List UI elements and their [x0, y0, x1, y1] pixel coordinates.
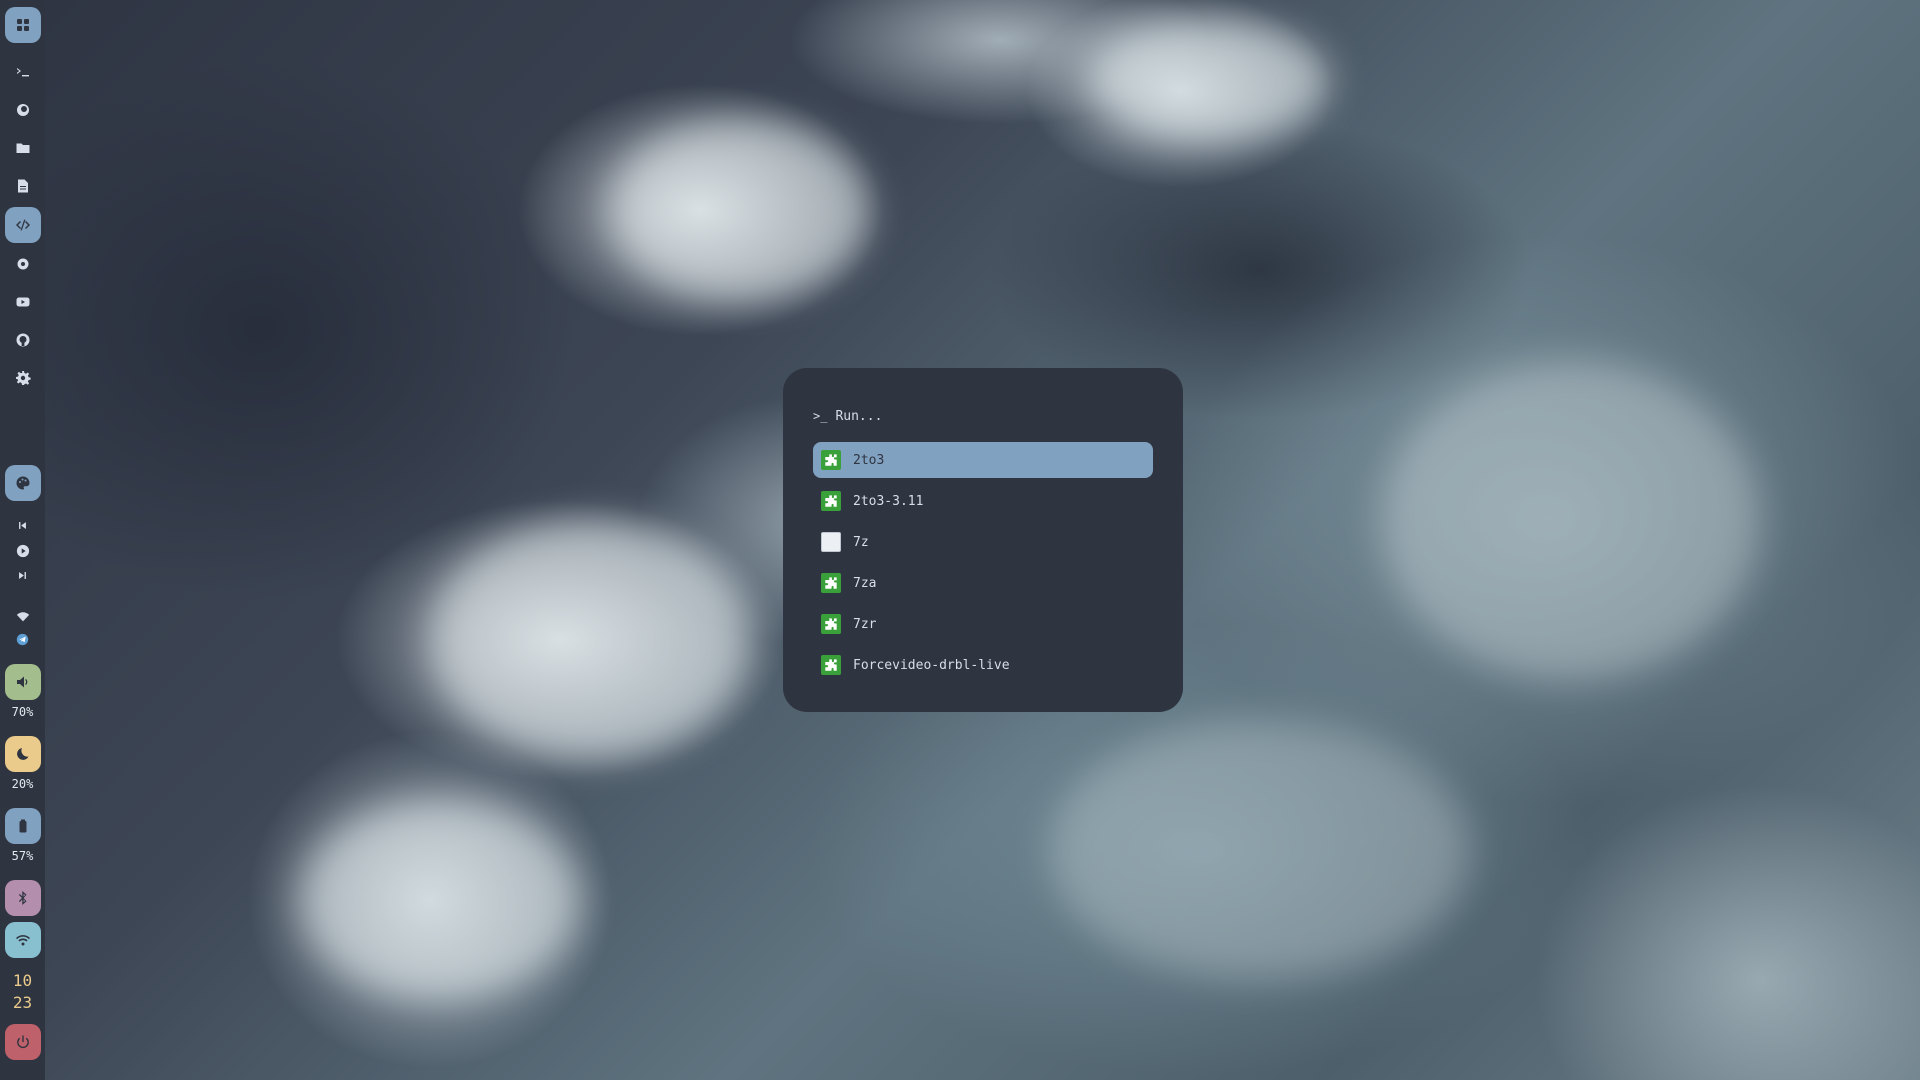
palette-icon [16, 476, 30, 490]
theme-button[interactable] [4, 465, 41, 501]
clock: 10 23 [13, 970, 32, 1014]
telegram-icon [16, 633, 29, 645]
generic-file-icon [821, 532, 841, 552]
run-result-item[interactable]: 2to3-3.11 [813, 483, 1153, 519]
run-result-label: 7z [853, 534, 869, 550]
night-light-button[interactable] [4, 736, 41, 772]
documents-launcher[interactable] [5, 167, 41, 205]
wifi-signal-icon [16, 612, 29, 622]
terminal-launcher[interactable] [5, 53, 41, 91]
run-result-label: 2to3-3.11 [853, 493, 924, 509]
run-result-label: 2to3 [853, 452, 885, 468]
settings-launcher[interactable] [5, 245, 41, 283]
files-launcher[interactable] [5, 129, 41, 167]
run-dialog-header: >_ Run... [813, 408, 1153, 424]
speaker-icon [16, 676, 27, 688]
bluetooth-button[interactable] [4, 880, 41, 916]
telegram-tray[interactable] [5, 628, 41, 650]
youtube-launcher[interactable] [5, 283, 41, 321]
firefox-icon [16, 104, 29, 116]
skip-next-icon [19, 572, 26, 579]
bluetooth-icon [18, 891, 26, 905]
power-icon [16, 1035, 29, 1049]
github-launcher[interactable] [5, 321, 41, 359]
run-dialog: >_ Run... 2to3 2to3-3.11 7z 7za 7zr Forcevide… [783, 368, 1183, 712]
skip-previous-icon [19, 522, 26, 529]
code-icon [15, 219, 30, 231]
sidebar-dock: 70% 20% 57% 10 23 [0, 0, 45, 1080]
run-result-label: 7za [853, 575, 877, 591]
run-result-label: 7zr [853, 616, 877, 632]
settings-icon [17, 258, 28, 270]
youtube-icon [16, 297, 29, 307]
run-result-item[interactable]: Forcevideo-drbl-live [813, 647, 1153, 683]
media-next-button[interactable] [5, 563, 41, 588]
night-light-level: 20% [11, 777, 34, 791]
cog-icon [15, 371, 31, 385]
play-circle-icon [16, 544, 29, 557]
terminal-icon [16, 68, 29, 77]
run-dialog-title: Run... [835, 408, 883, 424]
media-play-button[interactable] [5, 538, 41, 563]
volume-level: 70% [11, 705, 34, 719]
clock-minute: 23 [12, 993, 33, 1012]
firefox-launcher[interactable] [5, 91, 41, 129]
run-result-item[interactable]: 7zr [813, 606, 1153, 642]
prompt-icon: >_ [813, 409, 828, 423]
network-status[interactable] [5, 606, 41, 628]
media-previous-button[interactable] [5, 513, 41, 538]
plugin-icon [821, 491, 841, 511]
system-launcher[interactable] [5, 359, 41, 397]
wifi-button[interactable] [4, 922, 41, 958]
document-icon [17, 179, 28, 193]
run-result-label: Forcevideo-drbl-live [853, 657, 1010, 673]
folder-icon [16, 143, 29, 153]
plugin-icon [821, 573, 841, 593]
apps-grid-icon [16, 19, 29, 31]
volume-button[interactable] [4, 664, 41, 700]
apps-grid-button[interactable] [4, 7, 41, 43]
code-editor-launcher[interactable] [4, 207, 41, 243]
clock-hour: 10 [12, 971, 33, 990]
plugin-icon [821, 450, 841, 470]
plugin-icon [821, 614, 841, 634]
plugin-icon [821, 655, 841, 675]
power-button[interactable] [4, 1024, 41, 1060]
wifi-icon [15, 935, 30, 946]
run-result-item[interactable]: 7za [813, 565, 1153, 601]
battery-icon [19, 819, 26, 833]
run-results-list: 2to3 2to3-3.11 7z 7za 7zr Forcevideo-drbl-liv… [813, 442, 1153, 683]
battery-level: 57% [11, 849, 34, 863]
battery-button[interactable] [4, 808, 41, 844]
github-icon [16, 333, 29, 347]
run-result-item[interactable]: 2to3 [813, 442, 1153, 478]
moon-icon [16, 748, 28, 760]
run-result-item[interactable]: 7z [813, 524, 1153, 560]
